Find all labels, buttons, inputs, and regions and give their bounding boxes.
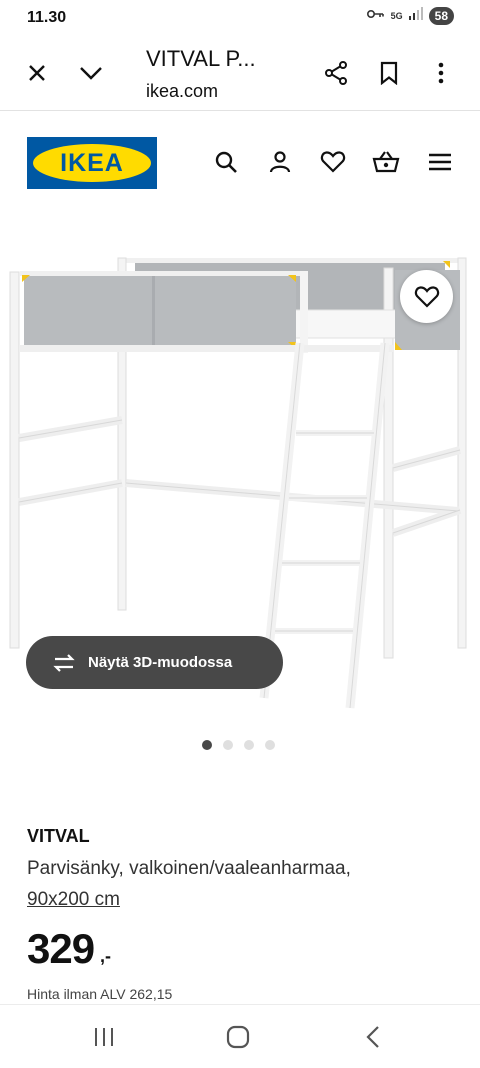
pagination-dot[interactable] (223, 740, 233, 750)
browser-toolbar: VITVAL P... ikea.com (0, 36, 480, 111)
pagination-dot[interactable] (265, 740, 275, 750)
tab-url[interactable]: ikea.com (146, 81, 218, 102)
heart-icon[interactable] (316, 145, 350, 179)
rotate-3d-icon (50, 653, 78, 672)
image-pagination (202, 740, 275, 750)
heart-icon (414, 285, 439, 308)
price-excluding-vat: Hinta ilman ALV 262,15 (27, 986, 173, 1002)
product-size-link[interactable]: 90x200 cm (27, 889, 120, 911)
status-icons: 5G 58 (366, 7, 454, 25)
chevron-down-icon[interactable] (71, 53, 111, 93)
price-suffix: ,- (100, 946, 111, 966)
network-5g-icon: 5G (390, 11, 403, 21)
recent-apps-icon[interactable] (89, 1023, 119, 1051)
close-icon[interactable] (17, 53, 57, 93)
product-price: 329 (27, 925, 95, 972)
status-time: 11.30 (27, 9, 67, 26)
home-icon[interactable] (223, 1023, 253, 1051)
product-description: Parvisänky, valkoinen/vaaleanharmaa, (27, 858, 351, 879)
more-vert-icon[interactable] (421, 53, 461, 93)
search-icon[interactable] (209, 145, 243, 179)
tab-title[interactable]: VITVAL P... (146, 46, 256, 72)
key-icon (366, 7, 385, 25)
view-3d-label: Näytä 3D-muodossa (88, 654, 233, 671)
system-navigation-bar (0, 1004, 480, 1068)
signal-icon (408, 7, 423, 25)
user-icon[interactable] (263, 145, 297, 179)
share-icon[interactable] (316, 53, 356, 93)
basket-icon[interactable] (369, 145, 403, 179)
view-3d-button[interactable]: Näytä 3D-muodossa (26, 636, 283, 689)
battery-icon: 58 (428, 7, 454, 25)
ikea-logo[interactable]: IKEA (27, 137, 157, 189)
bookmark-icon[interactable] (369, 53, 409, 93)
status-bar: 11.30 5G 58 (0, 0, 480, 36)
logo-text: IKEA (33, 144, 151, 182)
favourite-button[interactable] (400, 270, 453, 323)
product-name: VITVAL (27, 826, 90, 846)
site-header: IKEA (0, 111, 480, 211)
pagination-dot[interactable] (202, 740, 212, 750)
back-icon[interactable] (358, 1023, 388, 1051)
pagination-dot[interactable] (244, 740, 254, 750)
menu-icon[interactable] (423, 145, 457, 179)
